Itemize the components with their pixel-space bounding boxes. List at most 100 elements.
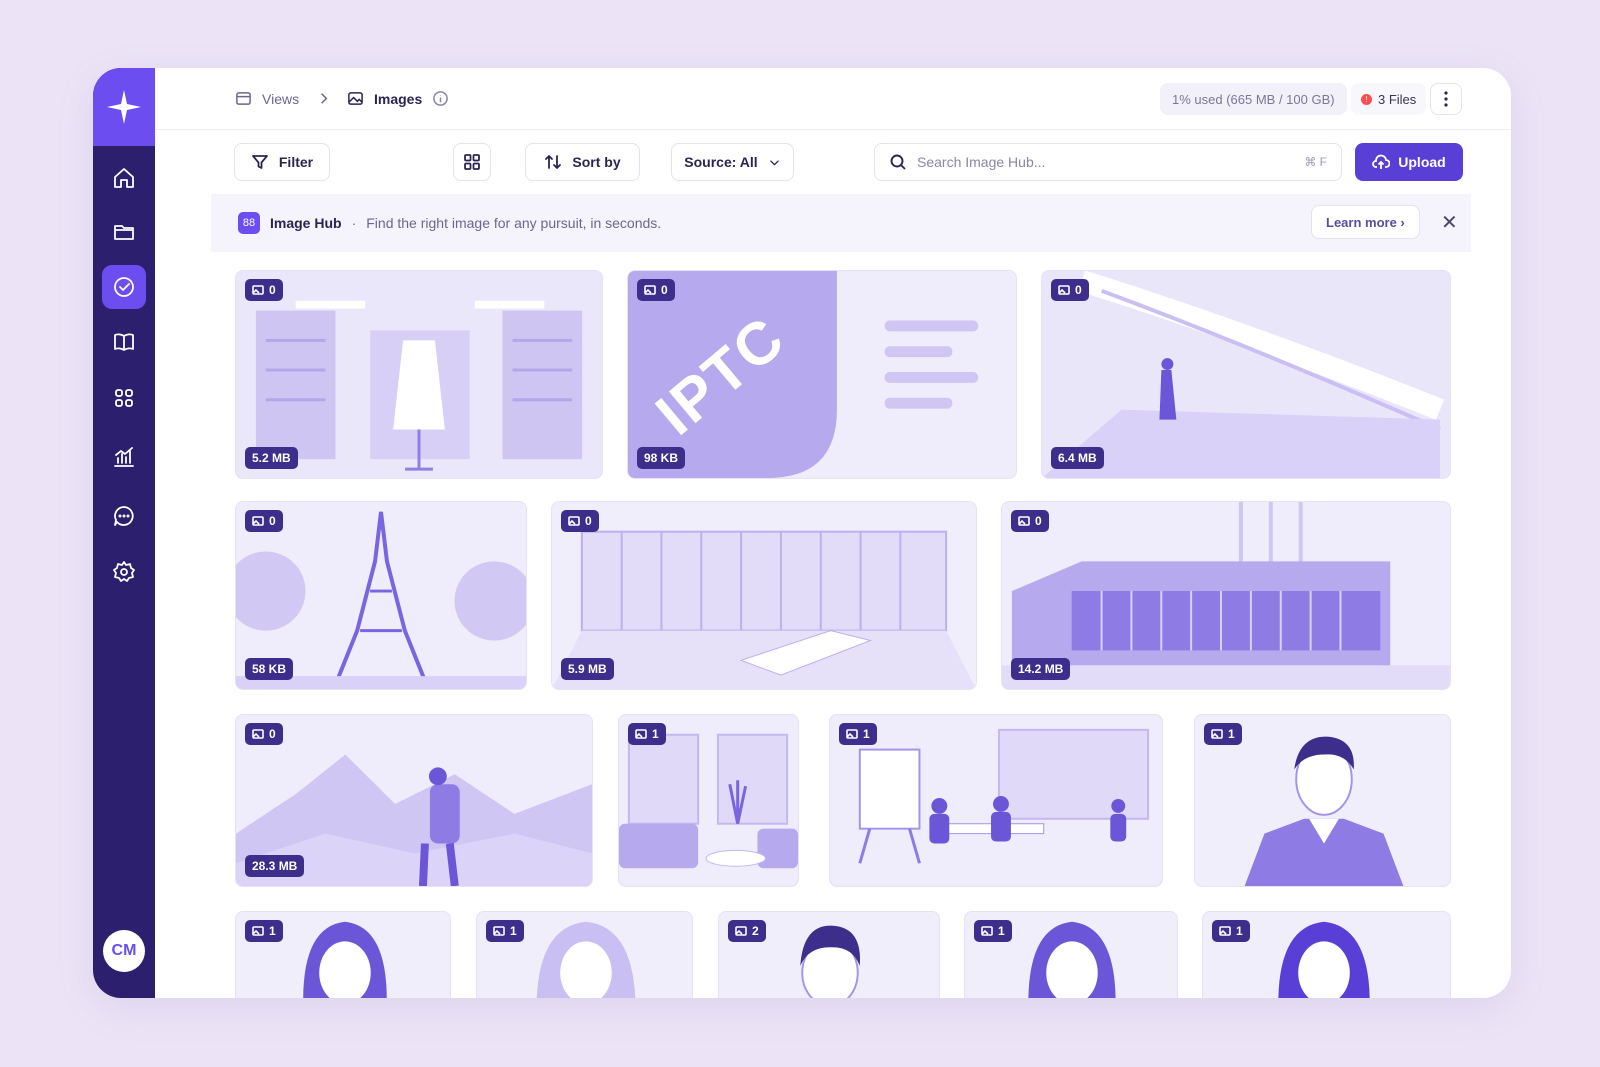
info-icon[interactable]: [432, 90, 449, 107]
image-count: 0: [269, 727, 276, 741]
grid-view-button[interactable]: [453, 143, 491, 181]
image-card[interactable]: 1: [476, 911, 693, 998]
close-banner-icon[interactable]: ✕: [1441, 210, 1458, 235]
images-icon: [981, 926, 993, 936]
app-logo[interactable]: [93, 68, 155, 146]
main-content: Views Images 1% used (665 MB / 100 GB) !…: [155, 68, 1511, 998]
app-window: CM Views Images 1% used (665 MB / 100 GB…: [93, 68, 1511, 998]
image-count-badge: 0: [1011, 510, 1049, 532]
image-hub-icon: 88: [238, 212, 260, 234]
breadcrumb-separator: [315, 90, 332, 107]
banner-title: Image Hub: [270, 215, 342, 231]
image-card[interactable]: 0 58 KB: [235, 501, 527, 690]
more-options-button[interactable]: [1430, 83, 1462, 115]
sidebar-item-folders[interactable]: [102, 210, 146, 254]
kebab-menu-icon: [1444, 91, 1448, 107]
info-banner: 88 Image Hub · Find the right image for …: [211, 194, 1471, 252]
image-card[interactable]: 1: [1202, 911, 1451, 998]
office-image: [552, 502, 976, 689]
image-count-badge: 0: [245, 279, 283, 301]
image-card[interactable]: 2: [718, 911, 940, 998]
images-icon: [568, 516, 580, 526]
folder-icon: [114, 225, 134, 240]
image-count-badge: 1: [974, 920, 1012, 942]
images-icon: [735, 926, 747, 936]
sidebar-item-settings[interactable]: [102, 550, 146, 594]
filter-button[interactable]: Filter: [234, 143, 330, 181]
images-icon: [635, 729, 647, 739]
image-card[interactable]: 0 5.2 MB: [235, 270, 603, 479]
image-count-badge: 0: [1051, 279, 1089, 301]
image-count-badge: 1: [839, 723, 877, 745]
files-count: 3 Files: [1378, 91, 1417, 107]
image-card[interactable]: 1: [964, 911, 1178, 998]
sort-button[interactable]: Sort by: [525, 143, 640, 181]
file-size-badge: 58 KB: [245, 658, 294, 680]
image-card[interactable]: IPTC 0 98 KB: [627, 270, 1017, 479]
image-count: 1: [998, 924, 1005, 938]
upload-button[interactable]: Upload: [1355, 143, 1463, 181]
banner-description: Find the right image for any pursuit, in…: [366, 215, 662, 231]
home-icon: [114, 168, 134, 188]
image-count: 2: [752, 924, 759, 938]
image-card[interactable]: 1: [235, 911, 451, 998]
sidebar: CM: [93, 68, 155, 998]
images-icon: [252, 285, 264, 295]
chart-icon: [114, 447, 134, 467]
sidebar-item-tasks[interactable]: [102, 265, 146, 309]
file-size-badge: 6.4 MB: [1051, 447, 1104, 469]
sidebar-item-home[interactable]: [102, 156, 146, 200]
image-card[interactable]: 0 6.4 MB: [1041, 270, 1451, 479]
images-icon: [493, 926, 505, 936]
upload-label: Upload: [1398, 154, 1446, 170]
user-avatar[interactable]: CM: [103, 930, 145, 972]
image-count-badge: 0: [245, 510, 283, 532]
image-count: 0: [1035, 514, 1042, 528]
images-icon: [1058, 285, 1070, 295]
file-size-badge: 14.2 MB: [1011, 658, 1071, 680]
images-icon: [1018, 516, 1030, 526]
search-input[interactable]: Search Image Hub... ⌘ F: [874, 143, 1342, 181]
banner-separator: ·: [351, 215, 357, 231]
image-card[interactable]: 1: [1194, 714, 1451, 887]
grid-icon: [115, 389, 133, 407]
sidebar-item-messages[interactable]: [102, 494, 146, 538]
search-placeholder: Search Image Hub...: [917, 154, 1046, 170]
image-count-badge: 0: [637, 279, 675, 301]
image-count-badge: 1: [1212, 920, 1250, 942]
image-count: 0: [269, 514, 276, 528]
image-count: 1: [863, 727, 870, 741]
files-indicator[interactable]: ! 3 Files: [1351, 83, 1427, 115]
page-title: Images: [374, 90, 423, 107]
chat-icon: [114, 506, 134, 526]
sort-arrows-icon: [545, 155, 562, 169]
images-icon: [846, 729, 858, 739]
image-icon: [348, 92, 363, 105]
image-card[interactable]: 0 5.9 MB: [551, 501, 977, 690]
image-card[interactable]: 1: [618, 714, 799, 887]
source-dropdown[interactable]: Source: All: [671, 143, 794, 181]
breadcrumb-views-label: Views: [262, 90, 300, 107]
sidebar-item-apps[interactable]: [102, 376, 146, 420]
image-count-badge: 1: [628, 723, 666, 745]
sidebar-item-library[interactable]: [102, 320, 146, 364]
image-card[interactable]: 0 28.3 MB: [235, 714, 593, 887]
alert-icon: !: [1361, 93, 1372, 105]
learn-more-button[interactable]: Learn more ›: [1311, 205, 1420, 239]
image-count-badge: 2: [728, 920, 766, 942]
search-shortcut: ⌘ F: [1304, 155, 1327, 169]
check-circle-icon: [114, 277, 134, 297]
sidebar-item-analytics[interactable]: [102, 435, 146, 479]
filter-icon: [251, 155, 268, 169]
book-icon: [114, 333, 134, 351]
image-card[interactable]: 0 14.2 MB: [1001, 501, 1451, 690]
image-count: 1: [652, 727, 659, 741]
image-count: 1: [269, 924, 276, 938]
images-icon: [1219, 926, 1231, 936]
image-count-badge: 0: [245, 723, 283, 745]
breadcrumb-views[interactable]: Views: [235, 90, 299, 107]
meeting-room-image: [830, 715, 1162, 886]
views-icon: [236, 92, 251, 105]
image-count-badge: 0: [561, 510, 599, 532]
image-card[interactable]: 1: [829, 714, 1163, 887]
